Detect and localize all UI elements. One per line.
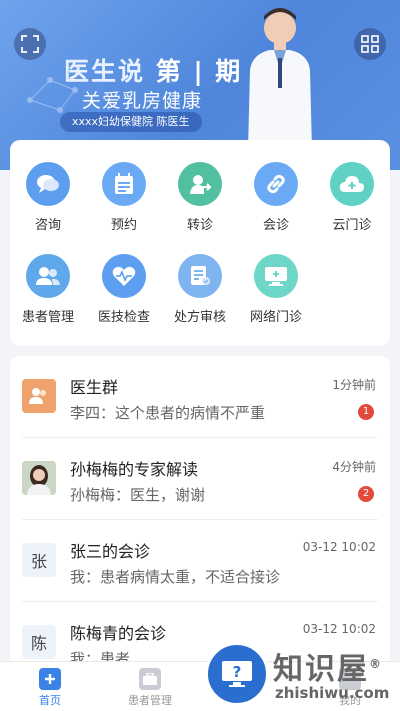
function-grid: 咨询 预约 转诊 会诊 云门诊 患者管理 医技检查 处方审核 网络门诊 xyxy=(10,140,390,346)
link-icon xyxy=(254,162,298,206)
message-item[interactable]: 张 张三的会诊 我：患者病情太重，不适合接诊 03-12 10:02 xyxy=(10,520,390,602)
message-preview: 我：患者病情太重，不适合接诊 xyxy=(70,568,281,586)
message-title: 陈梅青的会诊 xyxy=(70,624,167,643)
message-time: 4分钟前 xyxy=(332,460,376,474)
chat-icon xyxy=(26,162,70,206)
function-appointment[interactable]: 预约 xyxy=(86,162,162,233)
unread-badge: 2 xyxy=(358,486,374,502)
banner-tag: xxxx妇幼保健院 陈医生 xyxy=(60,112,202,132)
function-label: 咨询 xyxy=(34,218,61,233)
function-consultation[interactable]: 会诊 xyxy=(238,162,314,233)
unread-badge: 1 xyxy=(358,404,374,420)
svg-text:?: ? xyxy=(233,663,242,681)
message-preview: 孙梅梅：医生，谢谢 xyxy=(70,486,206,504)
function-online-clinic[interactable]: 网络门诊 xyxy=(238,254,314,325)
function-label: 网络门诊 xyxy=(249,310,302,325)
message-item[interactable]: 医生群 李四：这个患者的病情不严重 1分钟前 1 xyxy=(10,356,390,438)
doctor-illustration xyxy=(248,8,312,150)
function-patient-management[interactable]: 患者管理 xyxy=(10,254,86,325)
menu-button[interactable] xyxy=(354,28,386,60)
banner-subtitle: 关爱乳房健康 xyxy=(82,90,203,112)
apps-grid-icon xyxy=(361,35,379,53)
cloud-icon xyxy=(330,162,374,206)
function-consult[interactable]: 咨询 xyxy=(10,162,86,233)
message-title: 医生群 xyxy=(70,378,119,397)
briefcase-icon xyxy=(139,668,161,690)
tab-label: 患者管理 xyxy=(128,694,172,707)
function-referral[interactable]: 转诊 xyxy=(162,162,238,233)
function-label: 转诊 xyxy=(186,218,213,233)
calendar-icon xyxy=(102,162,146,206)
scan-icon xyxy=(21,35,39,53)
message-item[interactable]: 孙梅梅的专家解读 孙梅梅：医生，谢谢 4分钟前 2 xyxy=(10,438,390,520)
tab-label: 首页 xyxy=(39,694,61,707)
function-cloud-clinic[interactable]: 云门诊 xyxy=(314,162,390,233)
tab-home[interactable]: 首页 xyxy=(0,662,100,711)
message-time: 03-12 10:02 xyxy=(302,622,376,636)
function-label: 预约 xyxy=(110,218,137,233)
function-label: 处方审核 xyxy=(173,310,226,325)
prescription-icon xyxy=(178,254,222,298)
function-label: 患者管理 xyxy=(21,310,74,325)
home-icon xyxy=(39,668,61,690)
help-monitor-icon: ? xyxy=(205,642,269,706)
function-label: 会诊 xyxy=(262,218,289,233)
patients-icon xyxy=(26,254,70,298)
watermark: ? 知识屋® zhishiwu.com xyxy=(205,640,400,711)
message-title: 孙梅梅的专家解读 xyxy=(70,460,199,479)
function-label: 云门诊 xyxy=(332,218,372,233)
avatar: 张 xyxy=(22,543,56,577)
message-time: 03-12 10:02 xyxy=(302,540,376,554)
monitor-icon xyxy=(254,254,298,298)
scan-button[interactable] xyxy=(14,28,46,60)
message-time: 1分钟前 xyxy=(332,378,376,392)
avatar xyxy=(22,461,56,495)
function-label: 医技检查 xyxy=(97,310,150,325)
watermark-url: zhishiwu.com xyxy=(275,684,390,702)
function-medical-exam[interactable]: 医技检查 xyxy=(86,254,162,325)
message-preview: 李四：这个患者的病情不严重 xyxy=(70,404,266,422)
banner-title: 医生说 第 | 期 xyxy=(64,57,243,86)
tab-patient-management[interactable]: 患者管理 xyxy=(100,662,200,711)
function-prescription-review[interactable]: 处方审核 xyxy=(162,254,238,325)
message-title: 张三的会诊 xyxy=(70,542,151,561)
avatar: 陈 xyxy=(22,625,56,659)
group-icon xyxy=(22,379,56,413)
watermark-title: 知识屋® xyxy=(273,652,383,687)
transfer-icon xyxy=(178,162,222,206)
person-photo-icon xyxy=(22,461,56,495)
heart-pulse-icon xyxy=(102,254,146,298)
